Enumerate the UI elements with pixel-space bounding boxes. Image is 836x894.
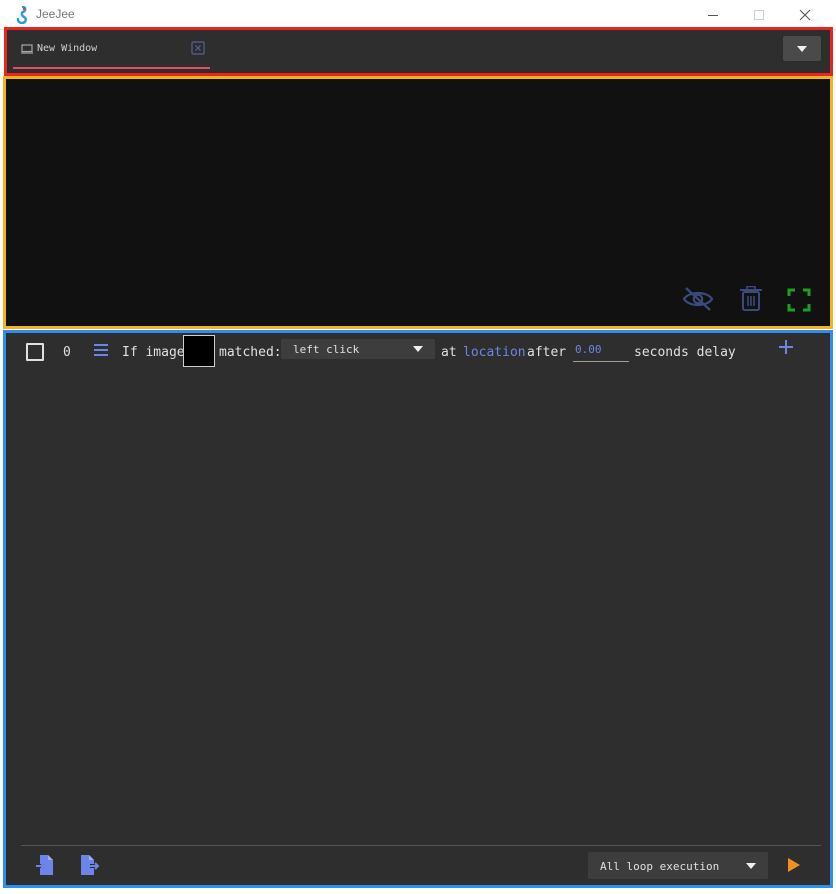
loop-mode-select[interactable]: All loop execution — [588, 852, 768, 879]
footer-divider — [21, 845, 821, 846]
maximize-button[interactable] — [736, 0, 782, 29]
drag-handle-icon[interactable] — [94, 343, 108, 357]
tab-bar: New Window — [4, 27, 833, 76]
tab-menu-button[interactable] — [783, 36, 821, 61]
minimize-button[interactable] — [690, 0, 736, 29]
play-icon[interactable] — [787, 857, 801, 873]
tab-new-window[interactable]: New Window — [13, 30, 210, 69]
preview-area — [3, 76, 833, 329]
caret-down-icon — [746, 863, 756, 869]
monitor-icon — [21, 44, 33, 54]
action-list: 0 If image matched: left click at locati… — [3, 330, 833, 888]
loop-mode-value: All loop execution — [600, 860, 720, 873]
close-icon — [799, 9, 811, 20]
if-image-label: If image — [122, 345, 185, 360]
after-label: after — [527, 345, 567, 360]
maximize-icon — [754, 9, 764, 20]
caret-down-icon — [413, 346, 423, 352]
close-window-button[interactable] — [782, 0, 828, 29]
add-icon[interactable] — [779, 340, 793, 354]
caret-down-icon — [797, 45, 807, 52]
fullscreen-icon[interactable] — [787, 288, 811, 312]
action-select-value: left click — [293, 343, 360, 356]
action-row: 0 If image matched: left click at locati… — [6, 333, 830, 373]
row-index: 0 — [63, 345, 71, 360]
seconds-delay-label: seconds delay — [634, 345, 736, 360]
row-checkbox[interactable] — [26, 343, 44, 361]
trash-icon[interactable] — [740, 286, 762, 312]
delay-input[interactable]: 0.00 — [573, 339, 629, 362]
matched-label: matched: — [219, 345, 282, 360]
title-bar: JeeJee — [0, 0, 836, 30]
eye-off-icon[interactable] — [682, 286, 714, 312]
app-logo-icon — [16, 6, 27, 24]
at-label: at — [441, 345, 457, 360]
location-link[interactable]: location — [463, 345, 526, 360]
image-slot[interactable] — [183, 335, 215, 367]
import-icon[interactable] — [36, 855, 54, 875]
action-select[interactable]: left click — [281, 339, 435, 359]
window-title: JeeJee — [36, 7, 75, 21]
delay-value: 0.00 — [575, 343, 602, 356]
export-icon[interactable] — [80, 855, 100, 875]
minimize-icon — [708, 14, 718, 16]
tab-close-icon[interactable] — [191, 41, 205, 55]
tab-label: New Window — [37, 43, 98, 54]
